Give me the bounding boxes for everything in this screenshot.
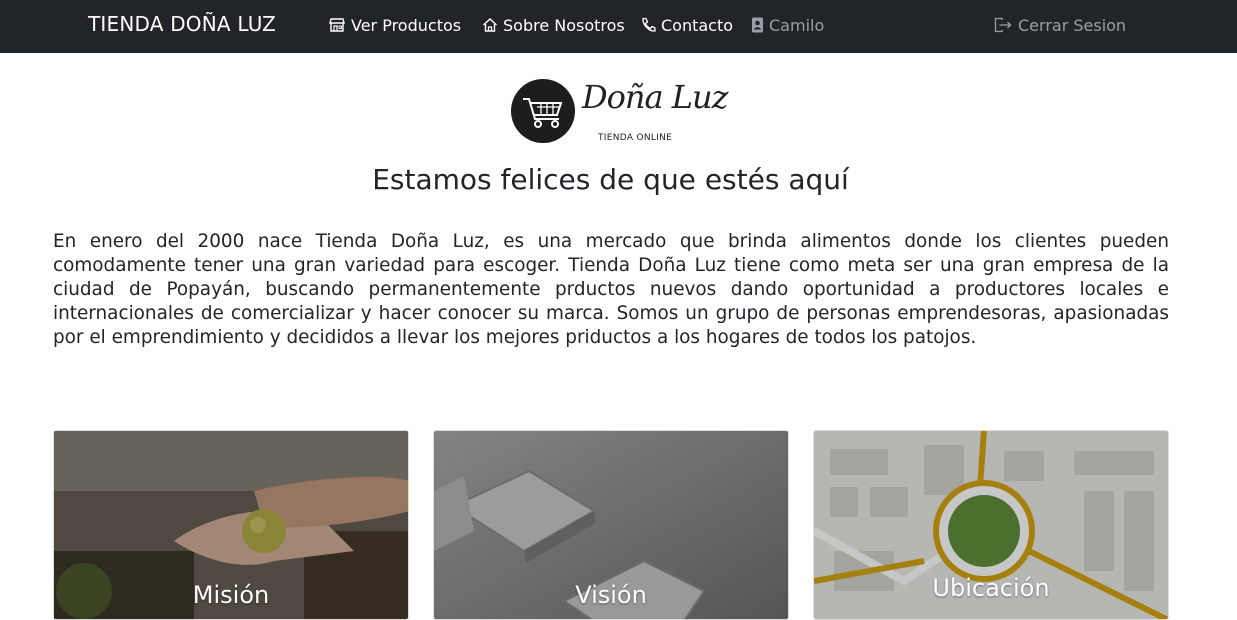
logout-label: Cerrar Sesion [1018,15,1127,35]
navbar: TIENDA DOÑA LUZ Ver Productos Sobre Noso… [0,0,1237,53]
store-icon [329,18,345,32]
phone-icon [642,17,656,32]
card-mision[interactable]: Misión [53,430,409,620]
nav-ver-productos[interactable]: Ver Productos [328,14,461,36]
card-vision-title: Visión [575,581,647,609]
card-vision[interactable]: Visión [433,430,789,620]
logo-circle [511,79,575,143]
nav-sobre-nosotros-label: Sobre Nosotros [503,15,625,35]
nav-sobre-nosotros[interactable]: Sobre Nosotros [482,14,625,36]
logout-link[interactable]: Cerrar Sesion [994,14,1126,36]
logo-subtitle: TIENDA ONLINE [598,133,673,143]
card-mision-title: Misión [192,581,270,609]
about-paragraph: En enero del 2000 nace Tienda Doña Luz, … [53,231,1169,348]
user-badge-icon [752,17,763,33]
card-ubicacion[interactable]: Ubicación [813,430,1169,620]
house-icon [483,18,497,32]
nav-contacto[interactable]: Contacto [640,14,733,36]
card-ubicacion-title: Ubicación [932,574,1050,602]
brand-link[interactable]: TIENDA DOÑA LUZ [88,12,276,36]
page-heading: Estamos felices de que estés aquí [372,163,849,196]
logo-script-text: Doña Luz [582,78,728,116]
nav-contacto-label: Contacto [661,15,734,35]
store-logo: Doña Luz TIENDA ONLINE [511,78,728,146]
nav-user-camilo[interactable]: Camilo [751,14,824,36]
nav-ver-productos-label: Ver Productos [351,15,462,35]
shopping-cart-icon [523,98,563,128]
logout-icon [994,17,1012,33]
nav-user-label: Camilo [769,15,825,35]
